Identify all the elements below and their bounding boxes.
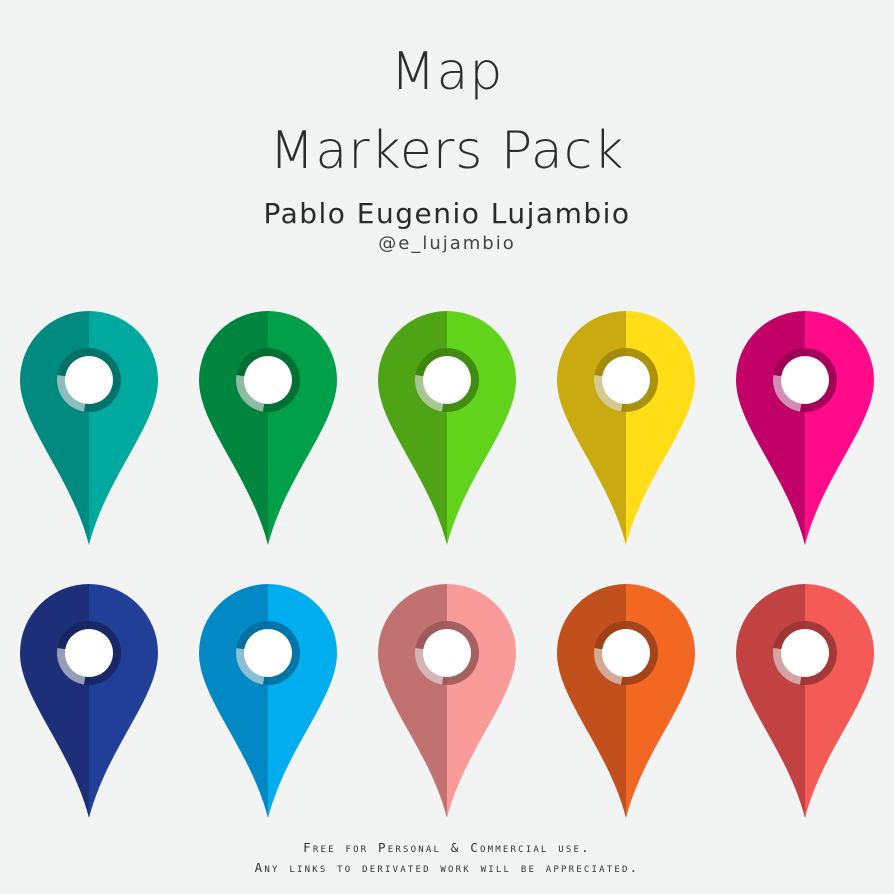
red-marker-hole [781,629,829,677]
pink-marker-icon [378,584,516,818]
orange-marker-left-half [557,584,626,818]
lime-marker-hole [423,356,471,404]
teal-marker-left-half [20,311,89,545]
yellow-marker-ring-shade [594,348,658,412]
lime-marker-right-half [447,311,516,545]
orange-marker-icon [557,584,695,818]
green-marker-ring-shade [236,348,300,412]
sky-marker-ring [236,621,300,685]
sky-marker-hole [244,629,292,677]
author-name: Pablo Eugenio Lujambio [263,197,631,230]
orange-marker-ring-highlight [594,647,626,685]
footer-attribution: Any links to derivated work will be appr… [254,860,640,875]
sky-marker-ring-highlight [235,647,268,685]
green-marker-ring-highlight [236,374,268,412]
green-marker-hole [244,356,292,404]
red-marker-ring-shade [773,621,837,685]
red-marker-icon [736,584,874,818]
pink-marker-left-half [378,584,447,818]
sky-marker-icon [199,584,337,818]
magenta-marker-right-half [805,311,874,545]
navy-marker-icon [20,584,158,818]
navy-marker-ring [57,621,121,685]
yellow-marker-right-half [626,311,695,545]
magenta-marker-hole [781,356,829,404]
title-line-2: Markers Pack [269,121,625,181]
lime-marker-left-half [378,311,447,545]
author-handle: @e_lujambio [378,233,516,254]
pink-marker-ring-highlight [415,647,447,685]
magenta-marker-icon [736,311,874,545]
yellow-marker-icon [557,311,695,545]
pink-marker-ring-shade [415,621,479,685]
navy-marker-right-half [89,584,158,818]
yellow-marker-ring [594,348,658,412]
teal-marker-right-half [89,311,158,545]
green-marker-ring [236,348,300,412]
sky-marker-right-half [268,584,337,818]
orange-marker-ring [594,621,658,685]
red-marker-ring-highlight [773,647,805,685]
teal-marker-ring [57,348,121,412]
sky-marker-ring-shade [236,621,300,685]
orange-marker-ring-shade [594,621,658,685]
teal-marker-hole [65,356,113,404]
green-marker-right-half [268,311,337,545]
navy-marker-ring-shade [57,621,121,685]
green-marker-left-half [199,311,268,545]
teal-marker-ring-shade [57,348,121,412]
navy-marker-hole [65,629,113,677]
lime-marker-ring-shade [415,348,479,412]
lime-marker-icon [378,311,516,545]
yellow-marker-left-half [557,311,626,545]
yellow-marker-hole [602,356,650,404]
pink-marker-ring [415,621,479,685]
red-marker-right-half [805,584,874,818]
sky-marker-left-half [199,584,268,818]
magenta-marker-ring-highlight [773,374,805,412]
poster: Map Markers Pack Pablo Eugenio Lujambio … [0,0,894,894]
red-marker-ring [773,621,837,685]
teal-marker-icon [20,311,158,545]
magenta-marker-left-half [736,311,805,545]
orange-marker-hole [602,629,650,677]
lime-marker-ring [415,348,479,412]
green-marker-icon [199,311,337,545]
magenta-marker-ring-shade [773,348,837,412]
footer-license: Free for Personal & Commercial use. [303,840,591,855]
magenta-marker-ring [773,348,837,412]
yellow-marker-ring-highlight [594,374,626,412]
pink-marker-hole [423,629,471,677]
teal-marker-ring-highlight [57,374,89,412]
red-marker-left-half [736,584,805,818]
orange-marker-right-half [626,584,695,818]
navy-marker-left-half [20,584,89,818]
title-line-1: Map [390,42,504,102]
lime-marker-ring-highlight [415,374,447,412]
navy-marker-ring-highlight [57,647,89,685]
pink-marker-right-half [447,584,516,818]
